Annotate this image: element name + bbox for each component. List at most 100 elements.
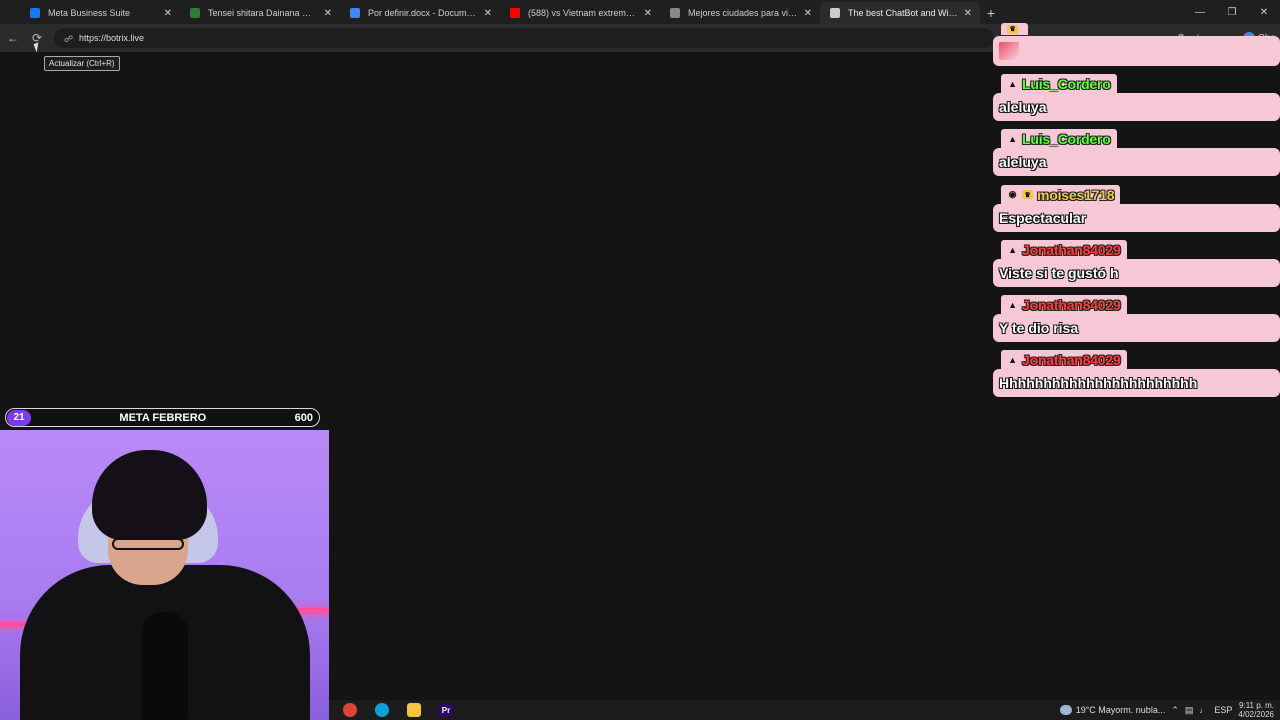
streamer-glasses [112,538,184,550]
warning-icon: ▲ [1008,299,1017,310]
moderator-icon: ▲ [1008,79,1017,89]
tab-label: Tensei shitara Dainana Ouji Datta k [208,8,318,18]
edge-icon [375,703,389,717]
tab-label: Mejores ciudades para vivir Japón [688,8,798,18]
leaf-icon [190,8,200,18]
chat-username: Luis_Cordero [1022,76,1111,92]
chat-username-tag: ♛ [1001,22,1028,35]
tab-label: (588) vs Vietnam extremo: me ani [528,8,638,18]
taskbar-apps: Pr [329,701,457,719]
tab-label: The best ChatBot and Widgets for [848,8,958,18]
tab-list: Meta Business Suite ✕ Tensei shitara Daina… [20,2,980,24]
warning-icon: ▲ [1008,354,1017,365]
language-indicator[interactable]: ESP [1214,705,1232,715]
chat-text: aleluya [999,154,1047,170]
eye-icon: ◉ [1008,189,1017,199]
browser-tab[interactable]: Tensei shitara Dainana Ouji Datta k ✕ [180,2,340,24]
streamer-hair [92,450,207,540]
weather-widget[interactable]: 19°C Mayorm. nubla... [1059,705,1166,715]
back-icon[interactable]: ← [2,27,24,49]
chat-username: Jonathan84029 [1022,241,1121,258]
tab-label: Por definir.docx - Documentos de [368,8,478,18]
premiere-icon: Pr [439,703,453,717]
tab-close-icon[interactable]: ✕ [644,8,652,19]
tab-label: Meta Business Suite [48,8,131,18]
chat-message: ♛ [993,18,1280,66]
goal-title: META FEBRERO [119,411,207,424]
taskbar-app[interactable] [403,701,425,719]
globe-icon [670,8,680,18]
chat-username: moises1718 [1037,186,1115,203]
tab-close-icon[interactable]: ✕ [484,8,492,19]
chat-message: ▲ Jonathan84029 Hhhhhhhhhhhhhhhhhhhhhhh [993,349,1280,397]
address-bar[interactable]: ☍ https://botrix.live [54,28,994,48]
chat-text: Espectacular [999,209,1087,226]
chat-message-text: Y te dio risa [993,313,1280,342]
chat-username-tag: ◉ ♛ moises1718 [1001,184,1121,204]
youtube-icon [510,8,520,18]
browser-tab[interactable]: Mejores ciudades para vivir Japón ✕ [660,2,820,24]
goal-bar: 21 META FEBRERO 600 [5,408,320,427]
chat-text: aleluya [999,99,1047,115]
cloud-icon [1059,705,1072,715]
chat-username: Jonathan84029 [1022,351,1121,368]
system-tray: 19°C Mayorm. nubla... ⌃ ▤ ♩ ESP 9:11 p. … [1059,700,1280,720]
chat-message-text: Viste si te gustó h [993,258,1280,287]
chat-message-text: aleluya [993,148,1280,176]
taskbar-app[interactable]: Pr [435,701,457,719]
chat-message: ▲ Luis_Corderoaleluya [993,129,1280,176]
emote-image [999,42,1019,60]
windows-taskbar: Pr 19°C Mayorm. nubla... ⌃ ▤ ♩ ESP 9:11 … [329,700,1280,720]
meta-icon [30,8,40,18]
chat-message: ▲ Luis_Corderoaleluya [993,74,1280,121]
network-icon[interactable]: ▤ [1185,705,1194,716]
chat-text: Viste si te gustó h [999,264,1119,281]
chat-message-text: Hhhhhhhhhhhhhhhhhhhhhhh [993,368,1280,397]
chat-message-text: Espectacular [993,203,1280,232]
chat-overlay: ♛ ▲ Luis_Cordero aleluya ▲ Luis_Cordero aleluy… [993,22,1280,405]
webcam-feed [0,430,329,720]
weather-text: 19°C Mayorm. nubla... [1075,705,1166,715]
tray-chevron-icon[interactable]: ⌃ [1171,705,1179,716]
browser-tab[interactable]: (588) vs Vietnam extremo: me ani ✕ [500,2,660,24]
taskbar-app[interactable] [371,701,393,719]
goal-current: 21 [7,409,31,426]
chat-username-tag: ▲ Jonathan84029 [1001,349,1127,369]
taskbar-app[interactable] [339,701,361,719]
tab-close-icon[interactable]: ✕ [804,8,812,19]
tab-close-icon[interactable]: ✕ [324,8,332,19]
tab-close-icon[interactable]: ✕ [964,8,972,19]
clock-time: 9:11 p. m. [1239,701,1274,710]
folder-icon [407,703,421,717]
chat-message-text: aleluya [993,93,1280,121]
chat-username-tag: ▲ Jonathan84029 [1001,239,1127,259]
microphone [142,612,188,720]
reload-tooltip: Actualizar (Ctrl+R) [44,56,120,71]
tab-close-icon[interactable]: ✕ [164,8,172,19]
url-text: https://botrix.live [79,33,145,43]
chat-message: ▲ Jonathan84029 Viste si te gustó h [993,239,1280,287]
chat-message: ◉ ♛ moises1718 Espectacular [993,184,1280,232]
docs-icon [350,8,360,18]
clock[interactable]: 9:11 p. m. 4/02/2026 [1238,701,1274,719]
browser-tab[interactable]: The best ChatBot and Widgets for ✕ [820,2,980,24]
chat-username-tag: ▲ Luis_Cordero [1001,129,1117,148]
site-info-icon[interactable]: ☍ [64,34,73,44]
clock-date: 4/02/2026 [1238,710,1274,719]
browser-tab[interactable]: Meta Business Suite ✕ [20,2,180,24]
botrix-icon [830,8,840,18]
chat-username: Luis_Cordero [1022,131,1111,147]
volume-icon[interactable]: ♩ [1199,705,1208,715]
moderator-icon: ▲ [1008,134,1017,144]
crown-icon: ♛ [1022,190,1033,199]
crown-icon: ♛ [1007,24,1018,34]
chrome-icon [343,703,357,717]
chat-username-tag: ▲ Luis_Cordero [1001,74,1117,93]
chat-message-text [993,36,1280,66]
browser-tab[interactable]: Por definir.docx - Documentos de ✕ [340,2,500,24]
chat-text: Hhhhhhhhhhhhhhhhhhhhhhh [999,374,1198,391]
warning-icon: ▲ [1008,244,1017,255]
goal-target: 600 [294,411,313,424]
chat-username: Jonathan84029 [1022,296,1121,313]
chat-username-tag: ▲ Jonathan84029 [1001,294,1127,314]
